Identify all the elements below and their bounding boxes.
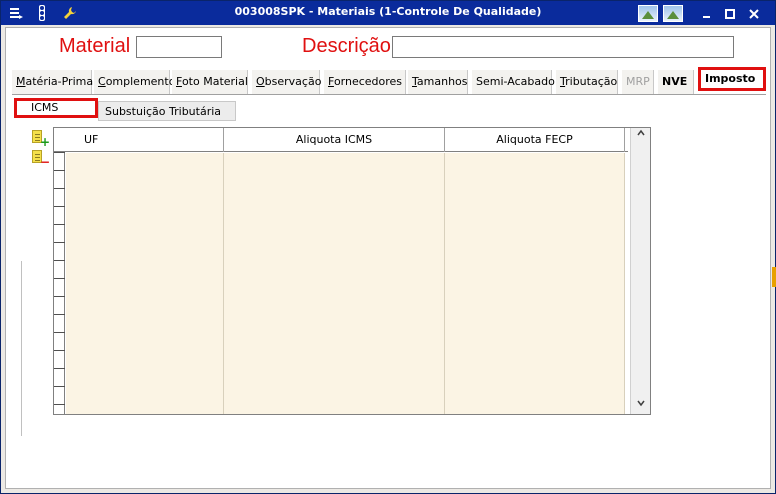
- tab-foto-material[interactable]: Foto Material: [172, 70, 248, 94]
- material-label: Material: [59, 35, 131, 57]
- maximize-icon[interactable]: [720, 5, 740, 22]
- window-title: 003008SPK - Materiais (1-Controle De Qua…: [234, 5, 542, 18]
- column-header-aliquota-icms[interactable]: Aliquota ICMS: [224, 128, 445, 152]
- column-aliquota-icms-body[interactable]: [224, 153, 445, 414]
- column-aliquota-fecp-body[interactable]: [445, 153, 625, 414]
- tab-semi-acabado[interactable]: Semi-Acabado: [472, 70, 555, 94]
- title-bar: 003008SPK - Materiais (1-Controle De Qua…: [1, 1, 775, 25]
- image-icon[interactable]: [663, 5, 683, 22]
- resize-marker: [772, 267, 776, 287]
- tab-tributacao[interactable]: Tributação: [556, 70, 618, 94]
- scroll-up-icon[interactable]: [631, 128, 651, 144]
- tab-fornecedores[interactable]: Fornecedores: [324, 70, 406, 94]
- image-icon[interactable]: [638, 5, 658, 22]
- material-input[interactable]: [136, 36, 222, 58]
- scroll-down-icon[interactable]: [631, 398, 651, 414]
- subtab-icms[interactable]: ICMS: [14, 98, 98, 118]
- tab-nve[interactable]: NVE: [658, 70, 694, 94]
- tab-imposto[interactable]: Imposto: [698, 67, 766, 91]
- tab-divider: [12, 94, 766, 95]
- descricao-label: Descrição: [302, 35, 391, 57]
- column-header-aliquota-fecp[interactable]: Aliquota FECP: [445, 128, 625, 152]
- column-uf-body[interactable]: [66, 153, 224, 414]
- minimize-icon[interactable]: [697, 5, 717, 22]
- icms-grid[interactable]: UF Aliquota ICMS Aliquota FECP: [53, 127, 651, 415]
- left-divider: [21, 261, 22, 436]
- row-indicator-column: [54, 128, 65, 414]
- tab-materia-prima[interactable]: Matéria-Prima: [12, 70, 93, 94]
- grid-header: UF Aliquota ICMS Aliquota FECP: [54, 128, 628, 152]
- remove-row-button[interactable]: −: [30, 150, 50, 168]
- tab-complemento[interactable]: Complemento: [94, 70, 175, 94]
- add-row-button[interactable]: +: [30, 130, 50, 148]
- subtab-substituicao-tributaria[interactable]: Substuição Tributária: [98, 101, 236, 121]
- close-icon[interactable]: [744, 5, 764, 22]
- tab-observacao[interactable]: Observação: [252, 70, 321, 94]
- column-header-uf[interactable]: UF: [66, 128, 224, 152]
- form-client-area: Material Descrição Matéria-Prima Complem…: [5, 27, 771, 489]
- tab-mrp: MRP: [622, 70, 654, 94]
- materiais-window: 003008SPK - Materiais (1-Controle De Qua…: [0, 0, 776, 494]
- grid-vertical-scrollbar[interactable]: [630, 128, 650, 414]
- tab-tamanhos[interactable]: Tamanhos: [408, 70, 468, 94]
- descricao-input[interactable]: [392, 36, 734, 58]
